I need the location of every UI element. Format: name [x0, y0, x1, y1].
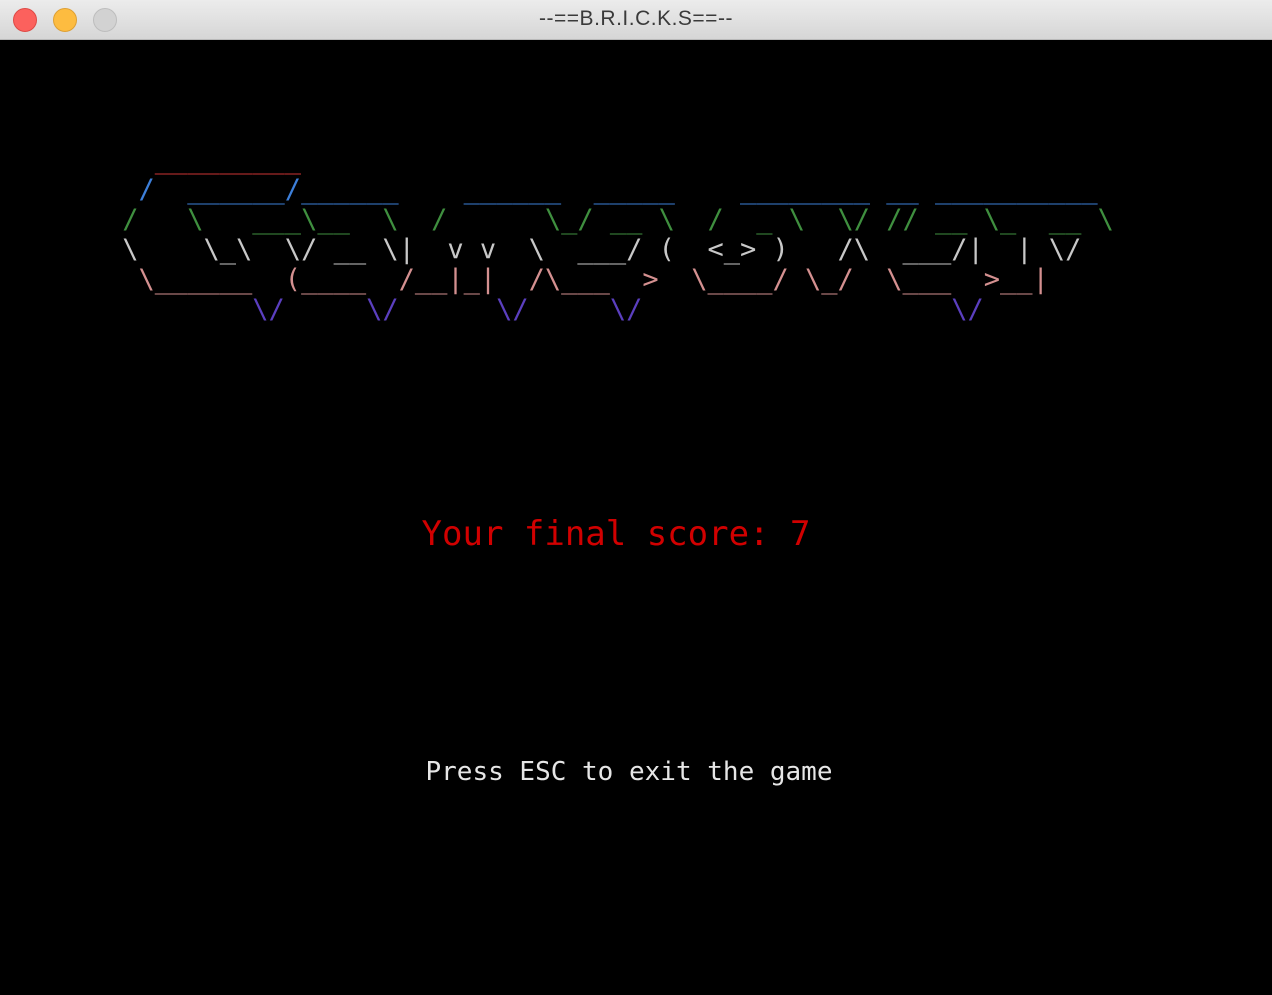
game-screen: _________ / ______/______ ______ _____ _…: [0, 40, 1272, 995]
banner-line-6: \/ \/ \/ \/ \/: [106, 294, 984, 325]
banner-line-5: \______ (____ /__|_| /\___ > \____/ \_/ …: [106, 264, 1049, 295]
exit-hint-text: Press ESC to exit the game: [425, 757, 833, 787]
game-over-ascii-banner: _________ / ______/______ ______ _____ _…: [106, 144, 1114, 325]
final-score-text: Your final score: 7: [421, 514, 811, 554]
banner-line-3: / \ ___\__ \ / \_/ __ \ / _ \ \/ // __ \…: [106, 204, 1114, 235]
banner-line-2: / ______/______ ______ _____ ________ __…: [106, 174, 1098, 205]
banner-line-4: \ \_\ \/ __ \| v v \ ___/ ( <_> ) /\ ___…: [106, 234, 1081, 265]
window-title: --==B.R.I.C.K.S==--: [539, 7, 733, 30]
banner-line-1: _________: [106, 144, 302, 175]
window-titlebar: --==B.R.I.C.K.S==--: [0, 0, 1272, 40]
